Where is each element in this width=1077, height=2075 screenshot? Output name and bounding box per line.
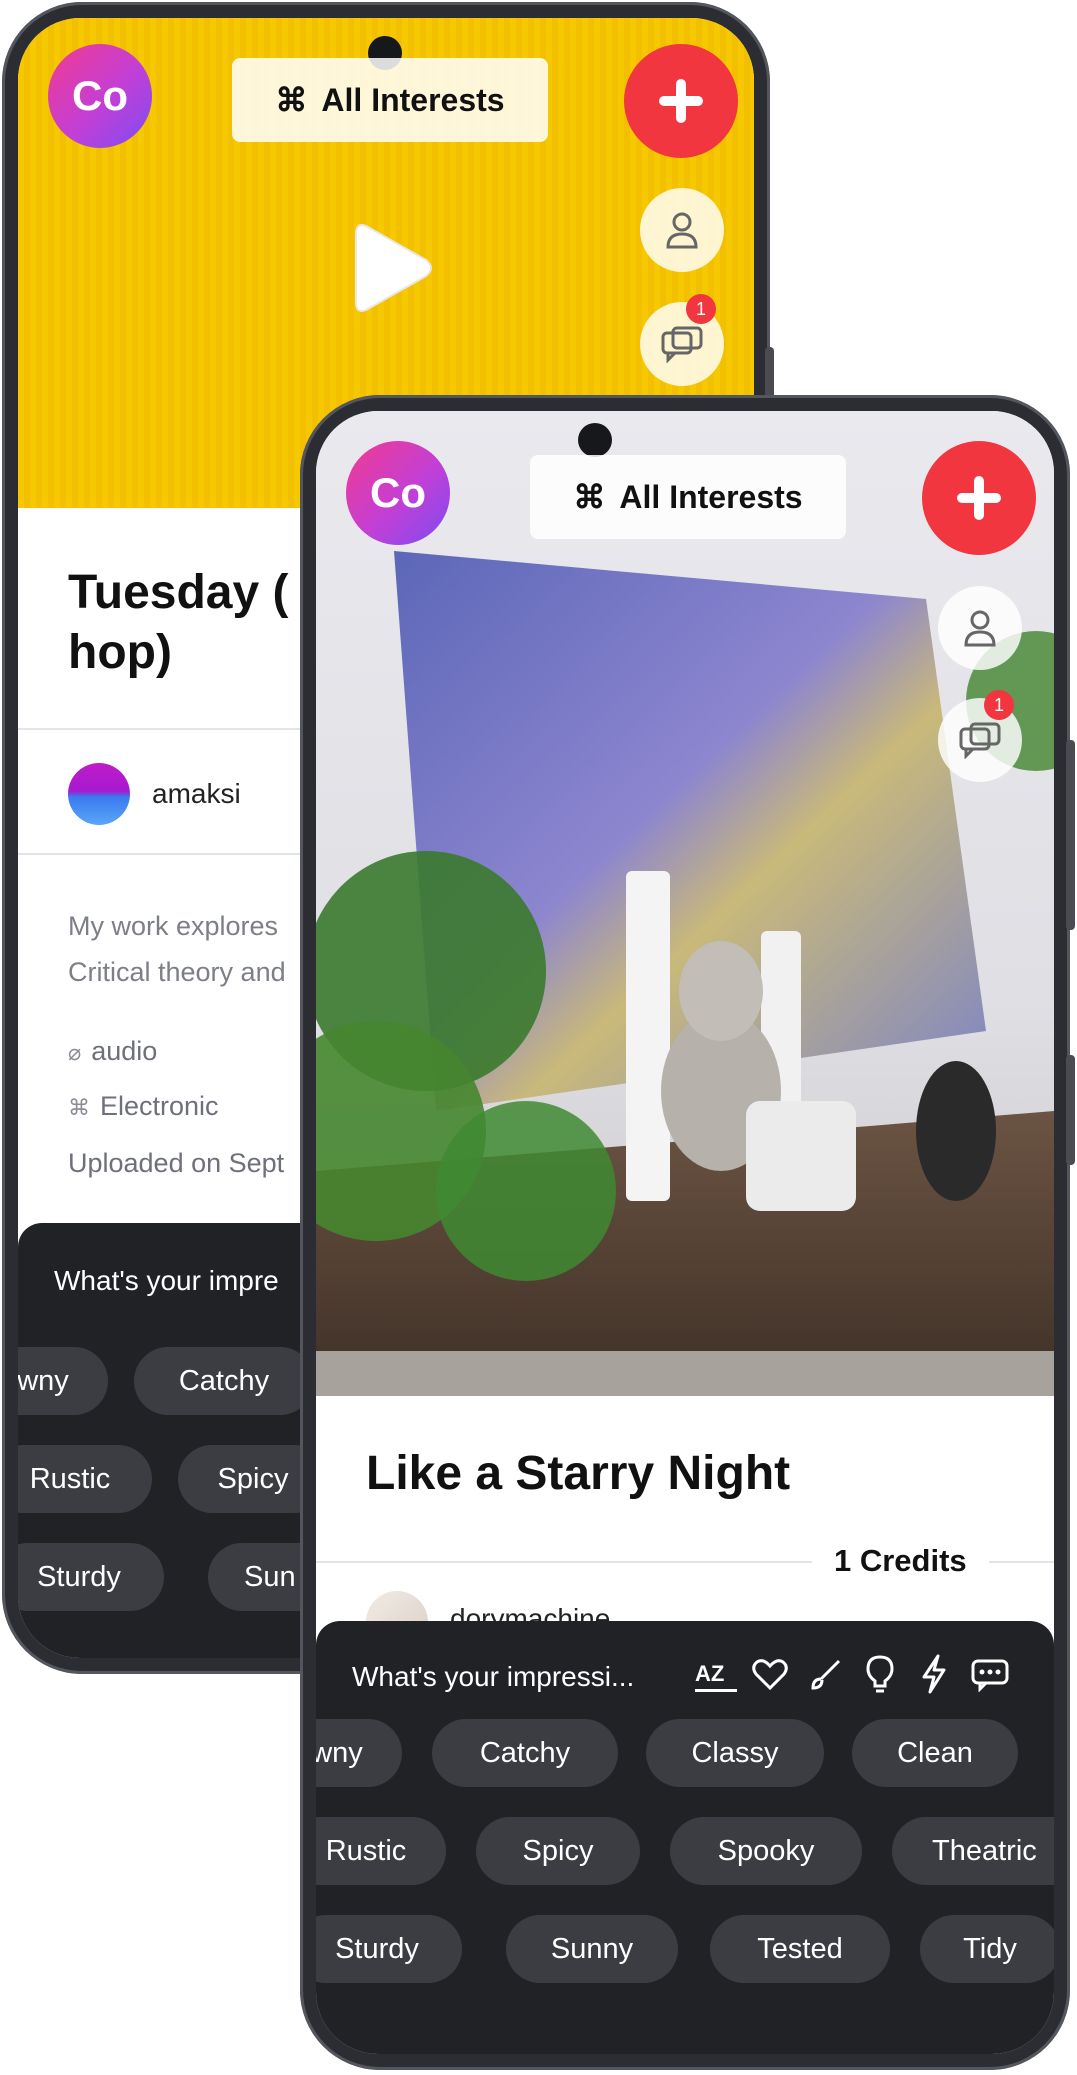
- song-title: Tuesday ( hop): [68, 563, 289, 683]
- username[interactable]: amaksi: [152, 778, 241, 810]
- user-icon: [964, 610, 996, 647]
- heart-icon[interactable]: [748, 1653, 792, 1697]
- no-image-icon: ⌀: [68, 1040, 82, 1065]
- description: My work explores Critical theory and: [68, 903, 286, 995]
- profile-button[interactable]: [640, 188, 724, 272]
- command-icon: ⌘: [275, 82, 308, 118]
- impression-chip[interactable]: Tidy: [920, 1915, 1054, 1983]
- impression-chip[interactable]: Catchy: [432, 1719, 618, 1787]
- artwork-photo[interactable]: [316, 411, 1054, 1396]
- front-phone: Co ⌘ All Interests 1 Like a Starry Night…: [300, 395, 1075, 2070]
- impression-chip[interactable]: Sturdy: [316, 1915, 462, 1983]
- description-line: Critical theory and: [68, 957, 286, 987]
- impression-chip[interactable]: Theatric: [892, 1817, 1054, 1885]
- media-type-label: audio: [91, 1036, 158, 1066]
- impression-chip[interactable]: Spicy: [476, 1817, 640, 1885]
- impression-chip[interactable]: Catchy: [134, 1347, 314, 1415]
- upload-date: Uploaded on Sept: [68, 1148, 285, 1178]
- impression-prompt: What's your impre: [54, 1265, 279, 1296]
- impression-chip[interactable]: Classy: [646, 1719, 824, 1787]
- impression-chip[interactable]: Tested: [710, 1915, 890, 1983]
- chat-icon: [959, 722, 1001, 759]
- impression-chip[interactable]: Rustic: [316, 1817, 446, 1885]
- play-icon[interactable]: [348, 218, 438, 318]
- app-logo-avatar[interactable]: Co: [346, 441, 450, 545]
- front-phone-screen: Co ⌘ All Interests 1 Like a Starry Night…: [316, 411, 1054, 2054]
- title-line-2: hop): [68, 626, 172, 679]
- command-icon: ⌘: [68, 1095, 90, 1120]
- brush-icon[interactable]: [804, 1653, 848, 1697]
- lightning-icon[interactable]: [912, 1651, 956, 1697]
- camera-notch: [578, 423, 612, 457]
- impression-chip[interactable]: Clean: [852, 1719, 1018, 1787]
- artwork-title: Like a Starry Night: [366, 1447, 791, 1500]
- interests-label: All Interests: [321, 81, 505, 118]
- side-button: [1066, 1055, 1075, 1165]
- messages-badge: 1: [984, 690, 1014, 720]
- impression-prompt: What's your impressi...: [352, 1661, 635, 1692]
- interests-label: All Interests: [619, 478, 803, 515]
- impression-chip[interactable]: Sturdy: [18, 1543, 164, 1611]
- add-button[interactable]: [922, 441, 1036, 555]
- messages-button[interactable]: 1: [938, 690, 1022, 782]
- side-button: [1066, 740, 1075, 930]
- impression-chip[interactable]: Sunny: [506, 1915, 678, 1983]
- command-icon: ⌘: [573, 479, 606, 515]
- genre: ⌘ Electronic: [68, 1091, 219, 1122]
- impression-chip[interactable]: Spooky: [670, 1817, 862, 1885]
- impression-chip[interactable]: Rustic: [18, 1445, 152, 1513]
- chat-icon: [661, 326, 703, 363]
- add-button[interactable]: [624, 44, 738, 158]
- plus-icon: [659, 79, 703, 123]
- media-type: ⌀ audio: [68, 1036, 157, 1067]
- impression-chip[interactable]: wny: [18, 1347, 108, 1415]
- chat-dots-icon[interactable]: [966, 1653, 1014, 1697]
- impression-chip[interactable]: wny: [316, 1719, 402, 1787]
- az-sort-icon[interactable]: AZ: [692, 1653, 740, 1697]
- user-avatar[interactable]: [68, 763, 130, 825]
- title-line-1: Tuesday (: [68, 566, 289, 619]
- plus-icon: [957, 476, 1001, 520]
- all-interests-button[interactable]: ⌘ All Interests: [530, 455, 846, 539]
- genre-label: Electronic: [100, 1091, 219, 1121]
- credits-label: 1 Credits: [812, 1543, 989, 1579]
- svg-text:AZ: AZ: [695, 1661, 724, 1686]
- still-life-image: [316, 551, 1054, 1396]
- description-line: My work explores: [68, 911, 279, 941]
- messages-button[interactable]: 1: [640, 294, 724, 386]
- lightbulb-icon[interactable]: [858, 1651, 902, 1697]
- all-interests-button[interactable]: ⌘ All Interests: [232, 58, 548, 142]
- profile-button[interactable]: [938, 586, 1022, 670]
- messages-badge: 1: [686, 294, 716, 324]
- app-logo-avatar[interactable]: Co: [48, 44, 152, 148]
- user-icon: [666, 212, 698, 249]
- impression-panel: What's your impressi... AZ wny Catchy Cl…: [316, 1621, 1054, 2054]
